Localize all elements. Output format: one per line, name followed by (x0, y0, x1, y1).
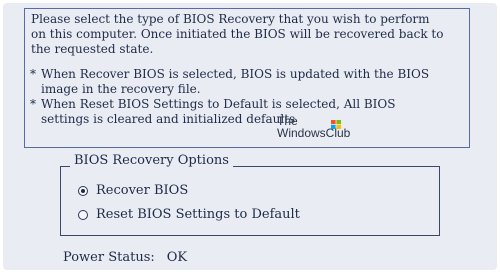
radio-label: Recover BIOS (96, 183, 189, 198)
power-status-value: OK (166, 250, 188, 265)
logo-quadrant (331, 124, 336, 129)
recover-bios-note: * When Recover BIOS is selected, BIOS is… (30, 67, 469, 97)
radio-label: Reset BIOS Settings to Default (96, 207, 300, 222)
bullet-marker: * (30, 67, 36, 81)
windows-logo-icon (331, 120, 341, 129)
reset-defaults-note: * When Reset BIOS Settings to Default is… (30, 97, 469, 127)
radio-option-reset-defaults[interactable]: Reset BIOS Settings to Default (78, 207, 300, 222)
power-status-label: Power Status: (63, 250, 155, 265)
radio-button[interactable] (78, 209, 88, 220)
logo-quadrant (336, 120, 341, 125)
logo-quadrant (336, 124, 341, 129)
intro-text: Please select the type of BIOS Recovery … (31, 12, 469, 57)
note-line: settings is cleared and initialized defa… (41, 112, 296, 126)
intro-line: the requested state. (31, 42, 154, 56)
radio-option-recover-bios[interactable]: Recover BIOS (78, 183, 188, 198)
note-line: When Recover BIOS is selected, BIOS is u… (41, 67, 430, 81)
note-line: image in the recovery file. (41, 82, 201, 96)
recovery-options-group (60, 166, 440, 236)
bullet-marker: * (30, 97, 36, 111)
note-line: When Reset BIOS Settings to Default is s… (41, 97, 396, 111)
intro-line: Please select the type of BIOS Recovery … (31, 12, 430, 26)
intro-line: on this computer. Once initiated the BIO… (31, 27, 444, 41)
power-status: Power Status: OK (63, 250, 187, 265)
radio-button[interactable] (78, 185, 88, 196)
recovery-options-legend: BIOS Recovery Options (70, 153, 233, 169)
recovery-description-box: Please select the type of BIOS Recovery … (24, 8, 470, 148)
logo-quadrant (331, 120, 336, 125)
